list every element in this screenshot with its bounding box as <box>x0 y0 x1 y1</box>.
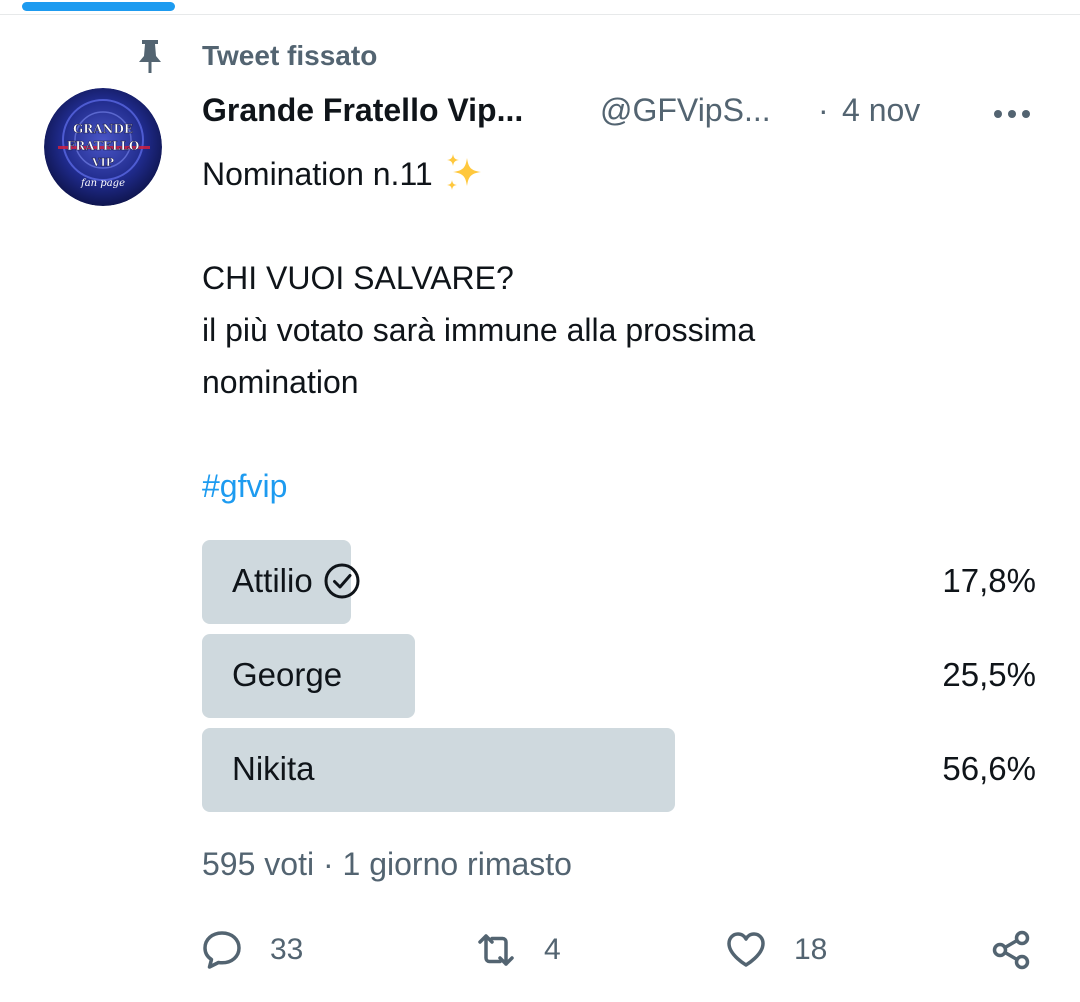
tweet-text-line-4: nomination <box>202 364 359 400</box>
share-button[interactable] <box>990 922 1034 978</box>
logo-line3: VIP <box>91 156 114 169</box>
pin-icon <box>139 40 161 73</box>
tweet-actions: 33 4 18 <box>0 922 1080 978</box>
poll-option-label: Attilio <box>232 562 361 600</box>
hashtag-link[interactable]: #gfvip <box>202 460 1042 512</box>
retweet-icon <box>478 934 514 966</box>
retweet-button[interactable]: 4 <box>474 922 561 978</box>
voted-check-icon <box>324 563 360 599</box>
poll-option-percent: 17,8% <box>942 562 1036 599</box>
logo-line2: FRATELLO <box>67 139 140 153</box>
retweet-count: 4 <box>544 933 561 966</box>
pinned-tweet-label-row: Tweet fissato <box>0 38 1080 74</box>
poll-option-percent: 25,5% <box>942 656 1036 693</box>
poll-meta: 595 voti · 1 giorno rimasto <box>202 846 572 883</box>
poll-option-text: George <box>232 656 343 693</box>
poll: Attilio 17,8% George 25,5% Nikita 56,6% <box>202 540 1038 822</box>
share-icon <box>992 930 1030 970</box>
like-count: 18 <box>794 933 828 966</box>
poll-option-text: Nikita <box>232 750 315 787</box>
logo-caption: fan page <box>80 178 125 189</box>
tweet-text: Nomination n.11 CHI VUOI SALVARE? il più… <box>202 148 1042 512</box>
pinned-label: Tweet fissato <box>202 40 378 71</box>
user-handle[interactable]: @GFVipS... <box>600 92 771 129</box>
more-options-icon[interactable] <box>990 100 1034 128</box>
tweet-title: Nomination n.11 <box>202 156 433 192</box>
tweet-text-line-3: il più votato sarà immune alla prossima <box>202 312 756 348</box>
tweet-text-line-2: CHI VUOI SALVARE? <box>202 260 514 296</box>
reply-count: 33 <box>270 933 304 966</box>
tab-indicator <box>22 2 175 11</box>
tweet-text-blank-2 <box>202 408 1042 460</box>
logo-line1: GRANDE <box>73 122 133 136</box>
reply-button[interactable]: 33 <box>200 922 303 978</box>
header-separator: · <box>818 92 829 128</box>
poll-option-percent: 56,6% <box>942 750 1036 787</box>
poll-time-left: 1 giorno rimasto <box>342 846 572 882</box>
poll-votes: 595 voti <box>202 846 315 882</box>
tweet-date[interactable]: 4 nov <box>842 92 920 129</box>
avatar[interactable]: GRANDE FRATELLO VIP fan page <box>44 88 162 206</box>
tweet-text-blank <box>202 200 1042 252</box>
poll-option-label: Nikita <box>232 750 315 788</box>
like-button[interactable]: 18 <box>724 922 827 978</box>
poll-option: George 25,5% <box>202 634 1038 718</box>
heart-icon <box>727 932 765 967</box>
poll-option: Attilio 17,8% <box>202 540 1038 624</box>
sparkles-icon <box>446 153 481 190</box>
poll-option-label: George <box>232 656 342 694</box>
poll-meta-separator: · <box>322 846 334 882</box>
poll-option-text: Attilio <box>232 562 313 599</box>
top-divider <box>0 14 1080 15</box>
tweet-header: Grande Fratello Vip... @GFVipS... · 4 no… <box>202 92 1042 136</box>
display-name[interactable]: Grande Fratello Vip... <box>202 92 523 129</box>
poll-option: Nikita 56,6% <box>202 728 1038 812</box>
gf-vip-logo: GRANDE FRATELLO VIP fan page <box>44 88 162 206</box>
reply-icon <box>203 931 241 969</box>
tweet-text-line-1: Nomination n.11 <box>202 148 1042 200</box>
